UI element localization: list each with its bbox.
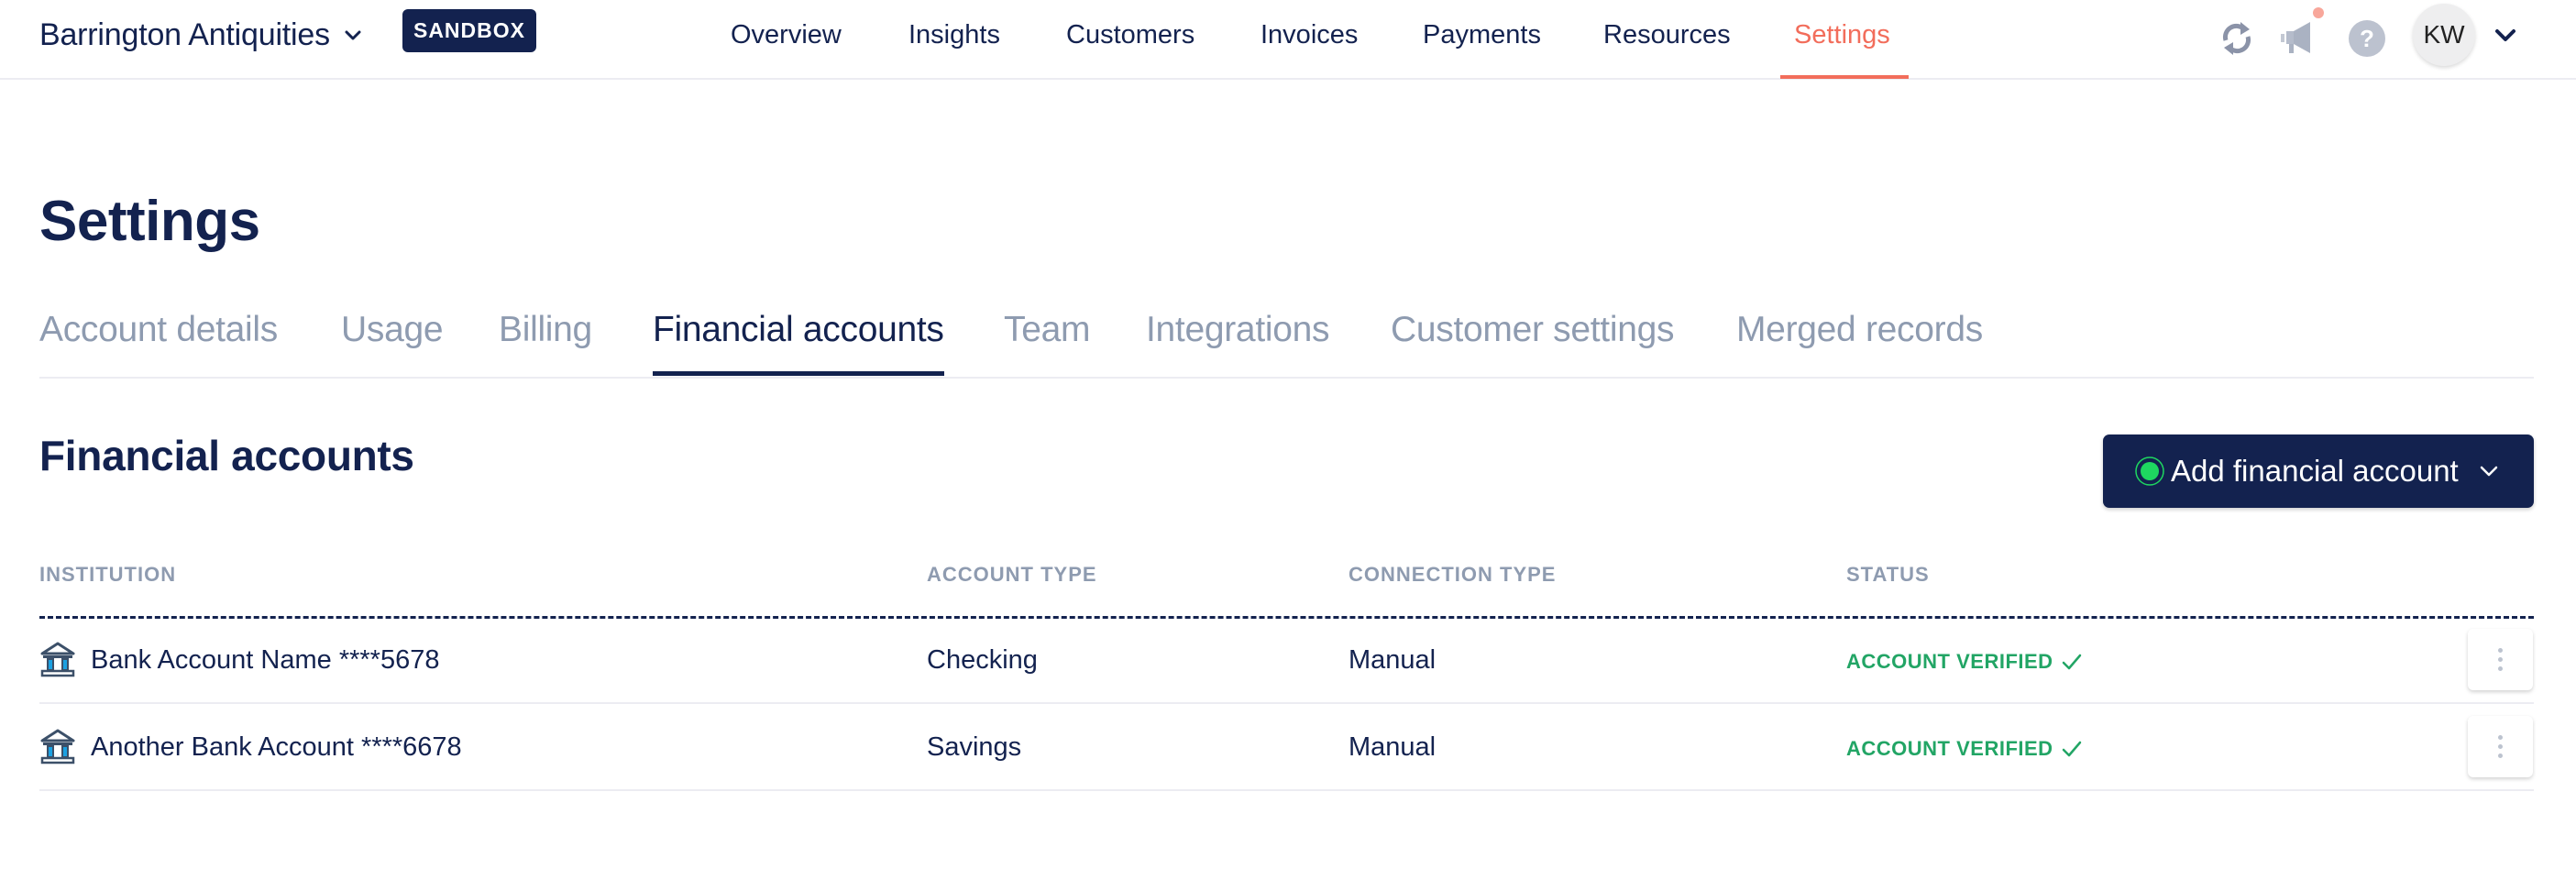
status-badge: ACCOUNT VERIFIED	[1846, 650, 2083, 674]
kebab-dot	[2498, 754, 2503, 758]
nav-invoices[interactable]: Invoices	[1260, 20, 1358, 50]
bank-icon	[40, 729, 75, 764]
nav-settings[interactable]: Settings	[1794, 20, 1890, 50]
chevron-down-icon	[345, 30, 361, 40]
kebab-dot	[2498, 648, 2503, 653]
chevron-down-icon	[2480, 466, 2497, 477]
status-badge: ACCOUNT VERIFIED	[1846, 737, 2083, 761]
status-text: ACCOUNT VERIFIED	[1846, 650, 2053, 673]
announcements-icon[interactable]	[2279, 20, 2316, 57]
column-header-institution: INSTITUTION	[39, 563, 177, 586]
connection-type: Manual	[1349, 732, 1437, 762]
add-financial-account-label: Add financial account	[2171, 454, 2459, 488]
top-header: Barrington Antiquities SANDBOX Overview …	[0, 0, 2576, 80]
add-financial-account-button[interactable]: Add financial account	[2103, 434, 2534, 508]
tab-team[interactable]: Team	[1004, 310, 1090, 350]
user-avatar[interactable]: KW	[2413, 4, 2475, 66]
bank-icon	[40, 642, 75, 677]
table-row[interactable]: Another Bank Account ****6678 Savings Ma…	[39, 704, 2534, 791]
settings-tabs: Account details Usage Billing Financial …	[39, 302, 2534, 379]
svg-text:?: ?	[2360, 25, 2374, 52]
nav-payments[interactable]: Payments	[1423, 20, 1541, 50]
active-tab-indicator	[653, 371, 944, 376]
tab-account-details[interactable]: Account details	[39, 310, 278, 350]
kebab-dot	[2498, 666, 2503, 671]
column-header-status: STATUS	[1846, 563, 1930, 586]
institution-name: Bank Account Name ****5678	[91, 645, 440, 675]
tab-usage[interactable]: Usage	[341, 310, 444, 350]
kebab-dot	[2498, 744, 2503, 749]
tab-billing[interactable]: Billing	[499, 310, 592, 350]
sandbox-badge: SANDBOX	[402, 9, 536, 52]
page-title: Settings	[39, 190, 260, 253]
status-text: ACCOUNT VERIFIED	[1846, 737, 2053, 760]
notification-dot	[2313, 7, 2324, 18]
institution-name: Another Bank Account ****6678	[91, 732, 462, 762]
account-type: Checking	[927, 645, 1038, 675]
refresh-icon[interactable]	[2218, 18, 2255, 59]
column-header-connection-type: CONNECTION TYPE	[1349, 563, 1557, 586]
kebab-dot	[2498, 657, 2503, 662]
user-menu-chevron-icon[interactable]	[2493, 26, 2517, 46]
connection-type: Manual	[1349, 645, 1437, 675]
tab-merged-records[interactable]: Merged records	[1736, 310, 1983, 350]
checkmark-icon	[2062, 741, 2081, 757]
organization-switcher[interactable]: Barrington Antiquities	[39, 15, 363, 55]
section-title: Financial accounts	[39, 432, 414, 479]
account-type: Savings	[927, 732, 1022, 762]
active-nav-indicator	[1780, 75, 1909, 79]
nav-insights[interactable]: Insights	[908, 20, 1000, 50]
column-header-account-type: ACCOUNT TYPE	[927, 563, 1097, 586]
tab-financial-accounts[interactable]: Financial accounts	[653, 310, 944, 350]
row-actions-button[interactable]	[2468, 629, 2533, 690]
status-indicator-icon	[2135, 456, 2164, 486]
nav-customers[interactable]: Customers	[1066, 20, 1194, 50]
nav-resources[interactable]: Resources	[1603, 20, 1731, 50]
row-actions-button[interactable]	[2468, 716, 2533, 777]
organization-name: Barrington Antiquities	[39, 16, 330, 52]
nav-overview[interactable]: Overview	[731, 20, 842, 50]
checkmark-icon	[2062, 654, 2081, 670]
table-row[interactable]: Bank Account Name ****5678 Checking Manu…	[39, 617, 2534, 704]
kebab-dot	[2498, 735, 2503, 740]
tab-customer-settings[interactable]: Customer settings	[1391, 310, 1674, 350]
tab-integrations[interactable]: Integrations	[1146, 310, 1330, 350]
help-icon[interactable]: ?	[2348, 19, 2386, 58]
